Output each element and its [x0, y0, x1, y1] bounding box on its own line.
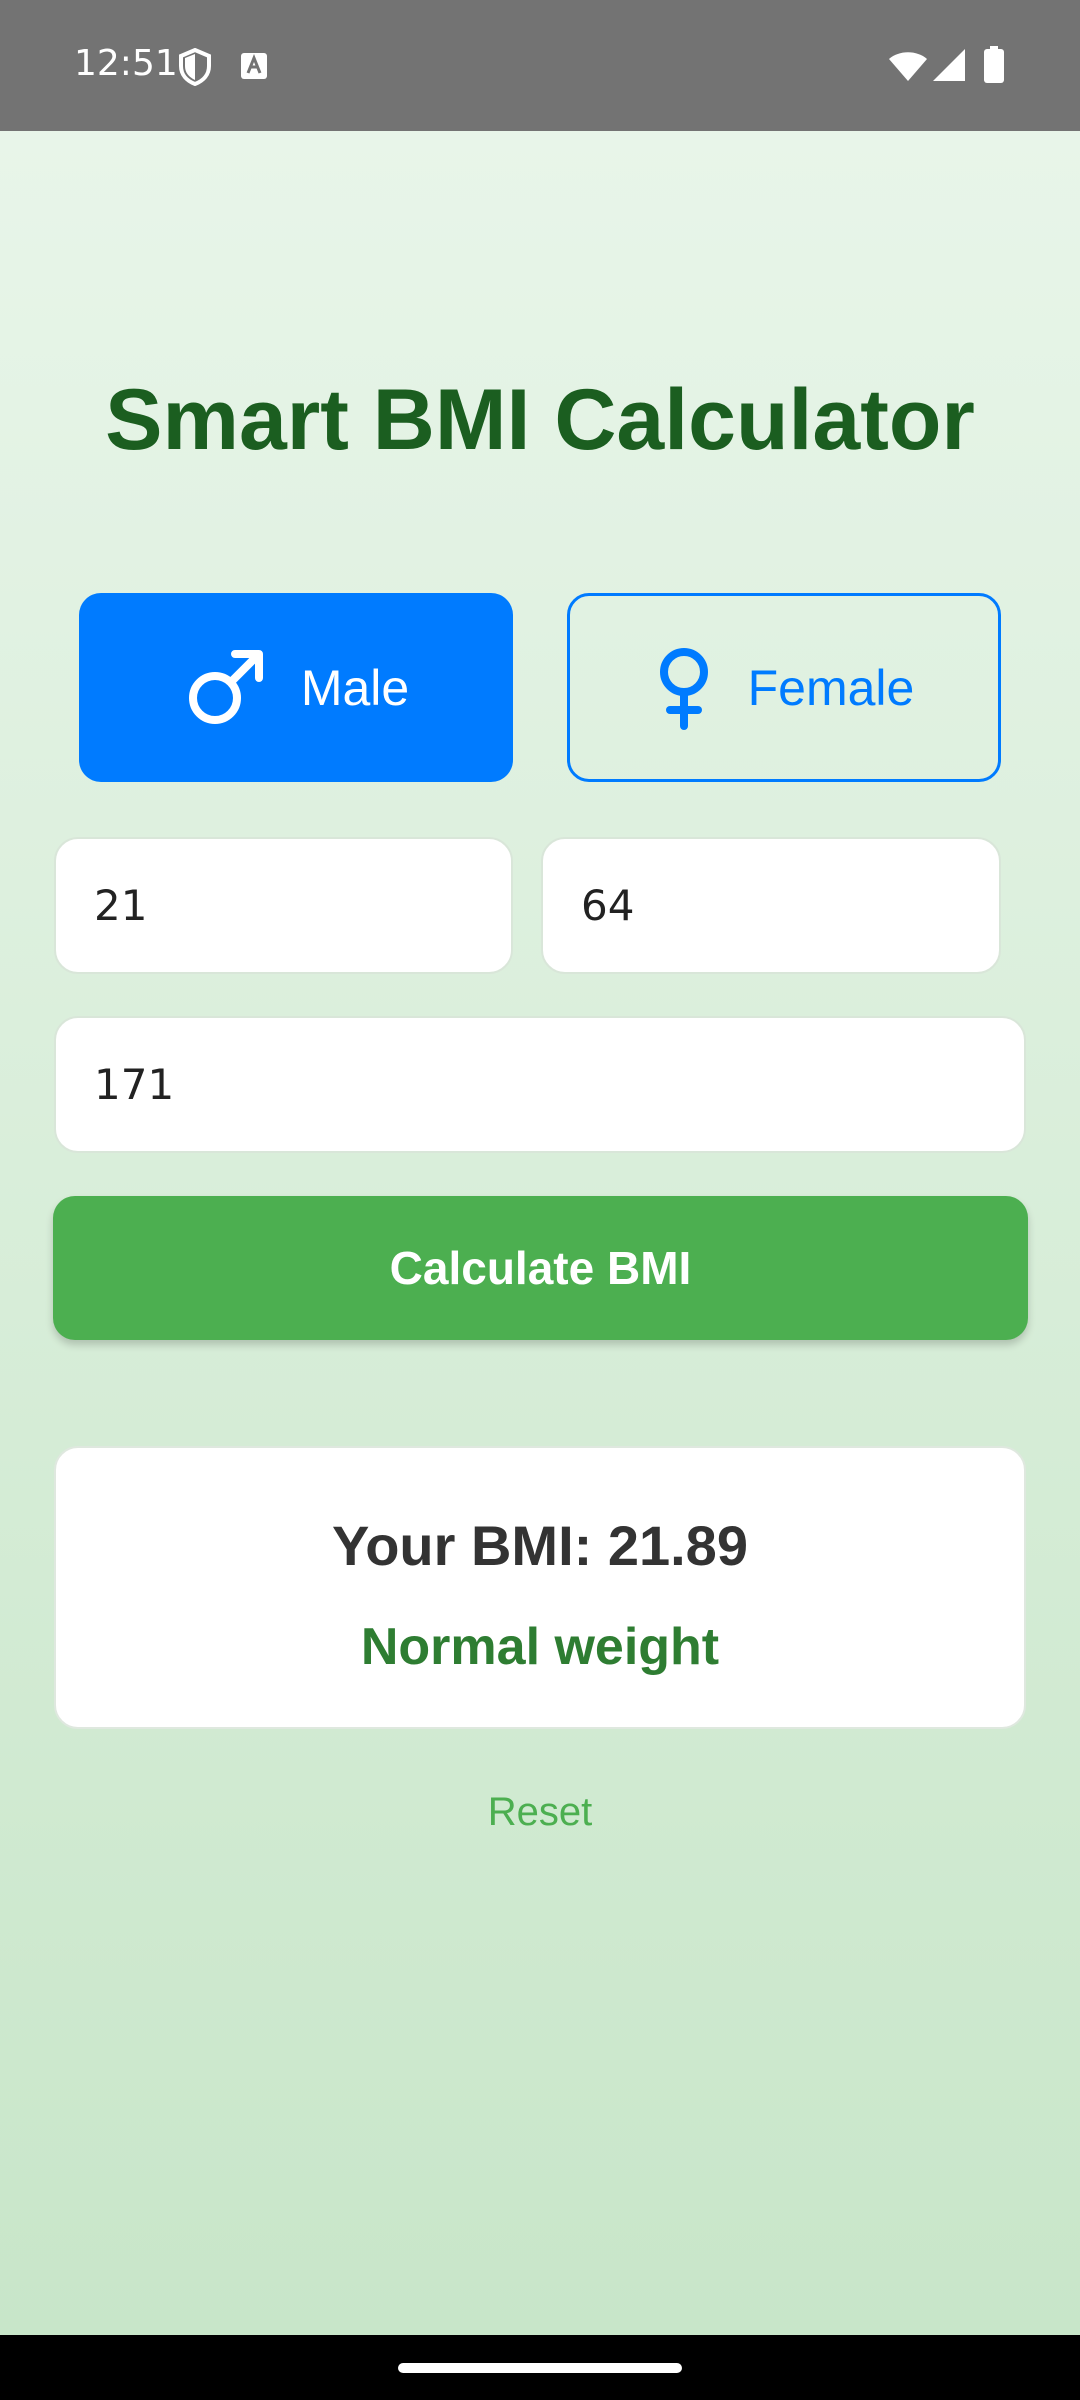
status-bar: 12:51: [0, 0, 1080, 131]
page-title: Smart BMI Calculator: [105, 372, 975, 468]
reset-button[interactable]: Reset: [440, 1784, 640, 1840]
male-label: Male: [300, 659, 410, 716]
female-icon: [654, 646, 714, 730]
status-time: 12:51: [74, 43, 178, 84]
calculate-button[interactable]: Calculate BMI: [53, 1196, 1028, 1340]
bmi-category: Normal weight: [360, 1618, 720, 1676]
keyboard-a-icon: [241, 53, 267, 79]
battery-icon: [984, 46, 1004, 83]
weight-input[interactable]: 64: [541, 837, 1001, 974]
bmi-result: Your BMI: 21.89: [332, 1514, 748, 1577]
male-icon: [183, 646, 267, 730]
male-button[interactable]: Male: [79, 593, 513, 782]
age-input[interactable]: 21: [54, 837, 513, 974]
result-card: Your BMI: 21.89 Normal weight: [54, 1446, 1026, 1729]
female-button[interactable]: Female: [567, 593, 1001, 782]
female-label: Female: [747, 659, 915, 716]
home-gesture-handle[interactable]: [398, 2363, 682, 2373]
shield-icon: [179, 48, 211, 86]
height-input[interactable]: 171: [54, 1016, 1026, 1153]
wifi-icon: [889, 52, 927, 81]
signal-icon: [933, 49, 965, 81]
